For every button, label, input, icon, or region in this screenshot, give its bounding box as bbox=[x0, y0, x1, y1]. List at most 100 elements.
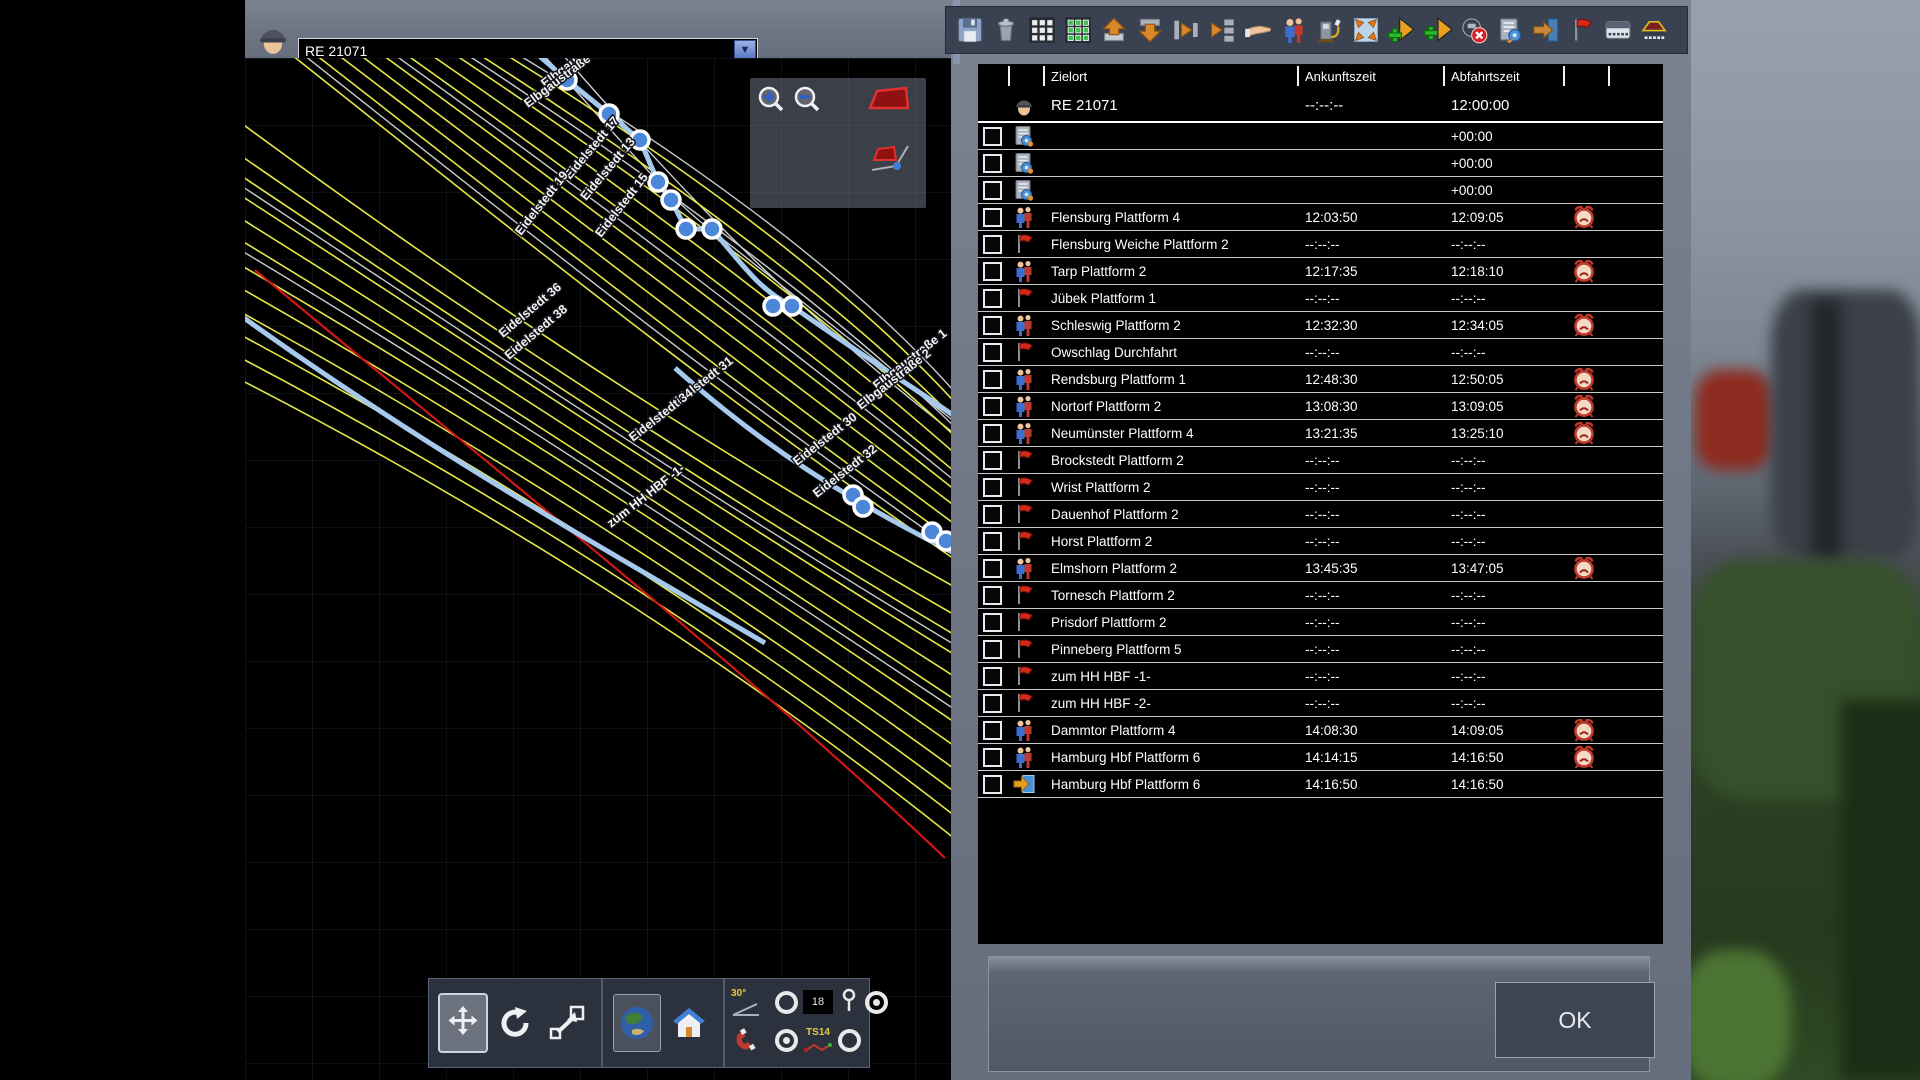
table-row[interactable]: Wrist Plattform 2--:--:----:--:-- bbox=[978, 474, 1663, 501]
table-row[interactable]: Dammtor Plattform 414:08:3014:09:05 bbox=[978, 717, 1663, 744]
route-waypoint-node[interactable] bbox=[764, 297, 782, 315]
remove-train-icon[interactable] bbox=[1456, 10, 1492, 50]
grid-green-icon[interactable] bbox=[1060, 10, 1096, 50]
table-row[interactable]: Brockstedt Plattform 2--:--:----:--:-- bbox=[978, 447, 1663, 474]
flag-icon bbox=[1012, 583, 1036, 607]
table-row[interactable]: Tarp Plattform 212:17:3512:18:10 bbox=[978, 258, 1663, 285]
collapse-icon[interactable] bbox=[1348, 10, 1384, 50]
track-map[interactable]: Elbgaustraße 1Elbgaustraße 2Eidelstedt 1… bbox=[245, 58, 951, 1080]
route-waypoint-node[interactable] bbox=[937, 532, 951, 550]
row-checkbox[interactable] bbox=[983, 208, 1002, 227]
route-waypoint-node[interactable] bbox=[854, 498, 872, 516]
pan-tool-button[interactable] bbox=[440, 995, 486, 1051]
buffer-node-icon[interactable] bbox=[870, 140, 914, 185]
row-checkbox[interactable] bbox=[983, 559, 1002, 578]
add-stop-after-icon[interactable] bbox=[1420, 10, 1456, 50]
timetable-rows: RE 21071--:--:--12:00:00+00:00+00:00+00:… bbox=[978, 90, 1663, 798]
route-waypoint-node[interactable] bbox=[662, 191, 680, 209]
row-checkbox[interactable] bbox=[983, 478, 1002, 497]
row-checkbox[interactable] bbox=[983, 775, 1002, 794]
slope-mode-radio[interactable] bbox=[775, 991, 798, 1014]
fuel-icon[interactable] bbox=[1312, 10, 1348, 50]
buffer-marker-icon[interactable] bbox=[868, 86, 910, 117]
arrival-time: --:--:-- bbox=[1297, 507, 1443, 522]
table-row[interactable]: Owschlag Durchfahrt--:--:----:--:-- bbox=[978, 339, 1663, 366]
table-row[interactable]: Elmshorn Plattform 213:45:3513:47:05 bbox=[978, 555, 1663, 582]
row-checkbox[interactable] bbox=[983, 667, 1002, 686]
table-row[interactable]: Hamburg Hbf Plattform 614:14:1514:16:50 bbox=[978, 744, 1663, 771]
row-checkbox[interactable] bbox=[983, 289, 1002, 308]
row-checkbox[interactable] bbox=[983, 424, 1002, 443]
add-stop-before-icon[interactable] bbox=[1384, 10, 1420, 50]
ok-button[interactable]: OK bbox=[1495, 982, 1655, 1058]
route-waypoint-node[interactable] bbox=[649, 173, 667, 191]
table-row[interactable]: Nortorf Plattform 213:08:3013:09:05 bbox=[978, 393, 1663, 420]
depot-icon[interactable] bbox=[1636, 10, 1672, 50]
ts-gradient-radio[interactable] bbox=[838, 1029, 861, 1052]
move-down-icon[interactable] bbox=[1132, 10, 1168, 50]
table-row[interactable]: +00:00 bbox=[978, 177, 1663, 204]
row-checkbox[interactable] bbox=[983, 181, 1002, 200]
table-row[interactable]: Rendsburg Plattform 112:48:3012:50:05 bbox=[978, 366, 1663, 393]
row-checkbox[interactable] bbox=[983, 586, 1002, 605]
pin-mode-radio[interactable] bbox=[865, 991, 888, 1014]
row-checkbox[interactable] bbox=[983, 316, 1002, 335]
rotate-tool-button[interactable] bbox=[492, 995, 538, 1051]
row-checkbox[interactable] bbox=[983, 613, 1002, 632]
table-row[interactable]: Schleswig Plattform 212:32:3012:34:05 bbox=[978, 312, 1663, 339]
row-checkbox[interactable] bbox=[983, 235, 1002, 254]
row-checkbox[interactable] bbox=[983, 640, 1002, 659]
hand-icon[interactable] bbox=[1240, 10, 1276, 50]
row-checkbox[interactable] bbox=[983, 694, 1002, 713]
portal-icon[interactable] bbox=[1528, 10, 1564, 50]
table-row[interactable]: Flensburg Plattform 412:03:5012:09:05 bbox=[978, 204, 1663, 231]
row-checkbox[interactable] bbox=[983, 370, 1002, 389]
row-checkbox[interactable] bbox=[983, 397, 1002, 416]
save-icon[interactable] bbox=[952, 10, 988, 50]
zoom-in-button[interactable] bbox=[756, 84, 788, 121]
route-waypoint-node[interactable] bbox=[783, 297, 801, 315]
row-checkbox[interactable] bbox=[983, 451, 1002, 470]
route-waypoint-node[interactable] bbox=[677, 220, 695, 238]
route-waypoint-node[interactable] bbox=[703, 220, 721, 238]
table-row[interactable]: Dauenhof Plattform 2--:--:----:--:-- bbox=[978, 501, 1663, 528]
table-row[interactable]: +00:00 bbox=[978, 123, 1663, 150]
indent-right-icon[interactable] bbox=[1168, 10, 1204, 50]
arrival-time: 14:14:15 bbox=[1297, 750, 1443, 765]
scale-tool-button[interactable] bbox=[544, 995, 590, 1051]
zoom-out-button[interactable] bbox=[792, 84, 824, 121]
table-row[interactable]: RE 21071--:--:--12:00:00 bbox=[978, 90, 1663, 123]
snap-mode-radio[interactable] bbox=[775, 1029, 798, 1052]
delete-icon[interactable] bbox=[988, 10, 1024, 50]
gradient-value-box[interactable]: 18 bbox=[803, 990, 833, 1014]
row-checkbox[interactable] bbox=[983, 127, 1002, 146]
platform-icon[interactable] bbox=[1600, 10, 1636, 50]
row-checkbox[interactable] bbox=[983, 748, 1002, 767]
table-row[interactable]: Hamburg Hbf Plattform 614:16:5014:16:50 bbox=[978, 771, 1663, 798]
row-checkbox[interactable] bbox=[983, 154, 1002, 173]
grid-icon[interactable] bbox=[1024, 10, 1060, 50]
passengers-icon[interactable] bbox=[1276, 10, 1312, 50]
table-row[interactable]: zum HH HBF -1---:--:----:--:-- bbox=[978, 663, 1663, 690]
table-row[interactable]: Prisdorf Plattform 2--:--:----:--:-- bbox=[978, 609, 1663, 636]
move-up-icon[interactable] bbox=[1096, 10, 1132, 50]
row-checkbox[interactable] bbox=[983, 505, 1002, 524]
table-row[interactable]: Flensburg Weiche Plattform 2--:--:----:-… bbox=[978, 231, 1663, 258]
world-view-button[interactable] bbox=[614, 995, 660, 1051]
home-view-button[interactable] bbox=[666, 995, 712, 1051]
blurred-red-train bbox=[1695, 370, 1773, 470]
table-row[interactable]: Neumünster Plattform 413:21:3513:25:10 bbox=[978, 420, 1663, 447]
table-row[interactable]: +00:00 bbox=[978, 150, 1663, 177]
table-row[interactable]: zum HH HBF -2---:--:----:--:-- bbox=[978, 690, 1663, 717]
table-row[interactable]: Horst Plattform 2--:--:----:--:-- bbox=[978, 528, 1663, 555]
row-checkbox[interactable] bbox=[983, 532, 1002, 551]
row-checkbox[interactable] bbox=[983, 343, 1002, 362]
flag-icon[interactable] bbox=[1564, 10, 1600, 50]
indent-left-icon[interactable] bbox=[1204, 10, 1240, 50]
row-checkbox[interactable] bbox=[983, 262, 1002, 281]
instructions-icon[interactable] bbox=[1492, 10, 1528, 50]
table-row[interactable]: Pinneberg Plattform 5--:--:----:--:-- bbox=[978, 636, 1663, 663]
table-row[interactable]: Tornesch Plattform 2--:--:----:--:-- bbox=[978, 582, 1663, 609]
table-row[interactable]: Jübek Plattform 1--:--:----:--:-- bbox=[978, 285, 1663, 312]
row-checkbox[interactable] bbox=[983, 721, 1002, 740]
